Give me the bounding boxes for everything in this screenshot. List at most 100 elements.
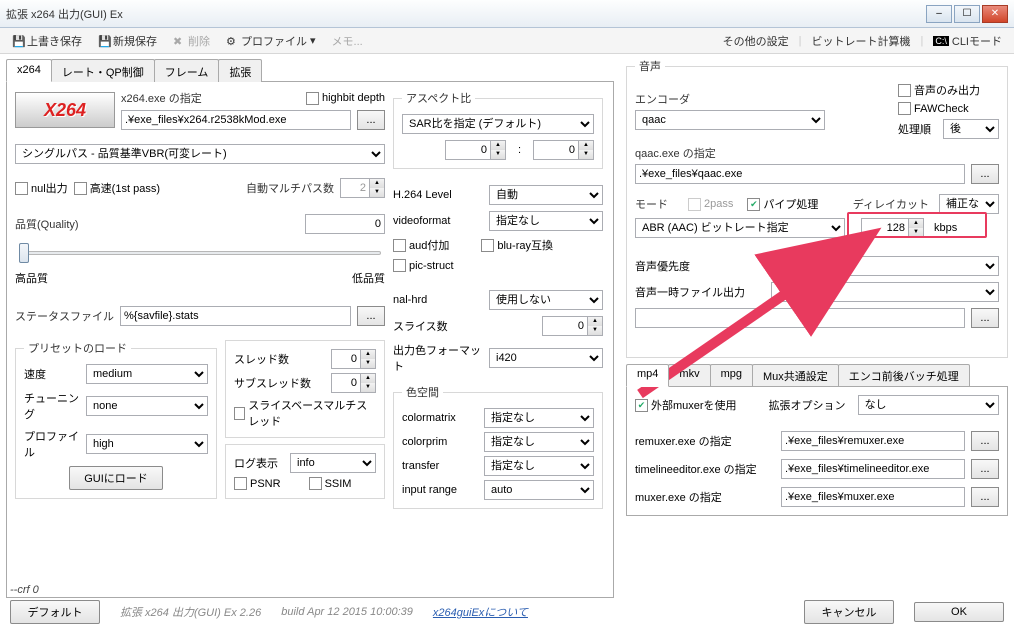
profile-select[interactable]: high (86, 434, 208, 454)
temp-select[interactable]: 変更しない (771, 282, 999, 302)
sar2-spinner[interactable]: ▲▼ (533, 140, 594, 160)
build-text: build Apr 12 2015 10:00:39 (281, 606, 413, 618)
default-button[interactable]: デフォルト (10, 600, 100, 624)
delay-label: ディレイカット (853, 196, 929, 212)
mux-tab-mpg[interactable]: mpg (710, 364, 753, 387)
tab-x264[interactable]: x264 (6, 59, 52, 82)
cancel-button[interactable]: キャンセル (804, 600, 894, 624)
other-settings-button[interactable]: その他の設定 (717, 31, 795, 51)
bitrate-calc-button[interactable]: ビットレート計算機 (806, 31, 917, 51)
audio-only-checkbox[interactable]: 音声のみ出力 (898, 82, 999, 98)
picstruct-checkbox[interactable]: pic-struct (393, 259, 603, 272)
threads-spinner[interactable]: ▲▼ (331, 349, 376, 369)
subthreads-label: サブスレッド数 (234, 375, 325, 391)
timeline-input[interactable] (781, 459, 965, 479)
status-file-browse[interactable]: ... (357, 306, 385, 326)
mux-tab-common[interactable]: Mux共通設定 (752, 364, 839, 387)
inputrange-select[interactable]: auto (484, 480, 594, 500)
bluray-checkbox[interactable]: blu-ray互換 (481, 237, 553, 253)
muxer-input[interactable] (781, 487, 965, 507)
delay-select[interactable]: 補正なし (939, 194, 999, 214)
nul-output-checkbox[interactable]: nul出力 (15, 180, 68, 196)
muxer-browse[interactable]: ... (971, 487, 999, 507)
mux-tab-mp4[interactable]: mp4 (626, 364, 669, 387)
priority-select[interactable]: AviutlSync (771, 256, 999, 276)
pipe-checkbox[interactable]: ✔パイプ処理 (747, 196, 818, 212)
memo-button[interactable]: メモ... (326, 31, 369, 51)
ext-muxer-checkbox[interactable]: ✔外部muxerを使用 (635, 397, 737, 413)
maximize-button[interactable]: ☐ (954, 5, 980, 23)
remuxer-input[interactable] (781, 431, 965, 451)
colorspace-legend: 色空間 (402, 384, 443, 400)
speed-select[interactable]: medium (86, 364, 208, 384)
slice-thread-checkbox[interactable]: スライスベースマルチスレッド (234, 397, 376, 429)
gui-load-button[interactable]: GUIにロード (69, 466, 163, 490)
save-overwrite-button[interactable]: 💾上書き保存 (6, 31, 88, 51)
timeline-label: timelineeditor.exe の指定 (635, 461, 775, 477)
highbit-checkbox[interactable]: highbit depth (306, 92, 385, 105)
audio-extra-input[interactable] (635, 308, 965, 328)
colorprim-select[interactable]: 指定なし (484, 432, 594, 452)
slices-spinner[interactable]: ▲▼ (542, 316, 603, 336)
nalhrd-select[interactable]: 使用しない (489, 290, 603, 310)
mux-tab-mkv[interactable]: mkv (668, 364, 710, 387)
audio-mode-select[interactable]: ABR (AAC) ビットレート指定 (635, 218, 845, 238)
profile-menu[interactable]: ⚙プロファイル ▾ (220, 31, 322, 51)
colormatrix-select[interactable]: 指定なし (484, 408, 594, 428)
ssim-checkbox[interactable]: SSIM (309, 477, 352, 490)
audio-mode-label: モード (635, 196, 668, 212)
outfmt-select[interactable]: i420 (489, 348, 603, 368)
save-new-button[interactable]: 💾新規保存 (92, 31, 163, 51)
qaac-path-input[interactable] (635, 164, 965, 184)
exe-path-input[interactable] (121, 110, 351, 130)
timeline-browse[interactable]: ... (971, 459, 999, 479)
profile-label: プロファイル (24, 428, 80, 460)
aspect-mode-select[interactable]: SAR比を指定 (デフォルト) (402, 114, 594, 134)
exe-browse-button[interactable]: ... (357, 110, 385, 130)
priority-label: 音声優先度 (635, 258, 765, 274)
close-button[interactable]: ✕ (982, 5, 1008, 23)
remuxer-browse[interactable]: ... (971, 431, 999, 451)
psnr-checkbox[interactable]: PSNR (234, 477, 281, 490)
transfer-select[interactable]: 指定なし (484, 456, 594, 476)
h264level-label: H.264 Level (393, 189, 483, 201)
minimize-button[interactable]: – (926, 5, 952, 23)
about-link[interactable]: x264guiExについて (433, 604, 528, 620)
twopass-checkbox[interactable]: 2pass (688, 198, 733, 211)
fawcheck-checkbox[interactable]: FAWCheck (898, 102, 999, 115)
order-select[interactable]: 後 (943, 119, 999, 139)
aud-checkbox[interactable]: aud付加 (393, 237, 449, 253)
mode-select[interactable]: シングルパス - 品質基準VBR(可変レート) (15, 144, 385, 164)
mux-tab-batch[interactable]: エンコ前後バッチ処理 (838, 364, 970, 387)
tuning-label: チューニング (24, 390, 80, 422)
ext-opt-select[interactable]: なし (858, 395, 999, 415)
quality-input[interactable] (305, 214, 385, 234)
cli-mode-button[interactable]: C:\CLIモード (927, 31, 1008, 51)
temp-label: 音声一時ファイル出力 (635, 284, 765, 300)
exe-label: x264.exe の指定 (121, 90, 202, 106)
fast-1stpass-checkbox[interactable]: 高速(1st pass) (74, 180, 160, 196)
h264level-select[interactable]: 自動 (489, 185, 603, 205)
subthreads-spinner[interactable]: ▲▼ (331, 373, 376, 393)
quality-slider[interactable] (15, 240, 385, 264)
ok-button[interactable]: OK (914, 602, 1004, 622)
log-select[interactable]: info (290, 453, 376, 473)
remuxer-label: remuxer.exe の指定 (635, 433, 775, 449)
version-text: 拡張 x264 出力(GUI) Ex 2.26 (120, 604, 261, 620)
status-file-input[interactable] (120, 306, 351, 326)
qaac-exe-label: qaac.exe の指定 (635, 145, 999, 161)
delete-button[interactable]: ✖削除 (167, 31, 216, 51)
audio-extra-browse[interactable]: ... (971, 308, 999, 328)
encoder-select[interactable]: qaac (635, 110, 825, 130)
annotation-highlight (847, 212, 987, 238)
tab-frame[interactable]: フレーム (154, 59, 220, 82)
tuning-select[interactable]: none (86, 396, 208, 416)
sar1-spinner[interactable]: ▲▼ (445, 140, 506, 160)
auto-multipass-spinner[interactable]: ▲▼ (340, 178, 385, 198)
preset-load-legend: プリセットのロード (24, 340, 131, 356)
videoformat-select[interactable]: 指定なし (489, 211, 603, 231)
tab-rate[interactable]: レート・QP制御 (51, 59, 155, 82)
hq-label: 高品質 (15, 270, 48, 286)
qaac-browse-button[interactable]: ... (971, 164, 999, 184)
tab-ext[interactable]: 拡張 (218, 59, 262, 82)
